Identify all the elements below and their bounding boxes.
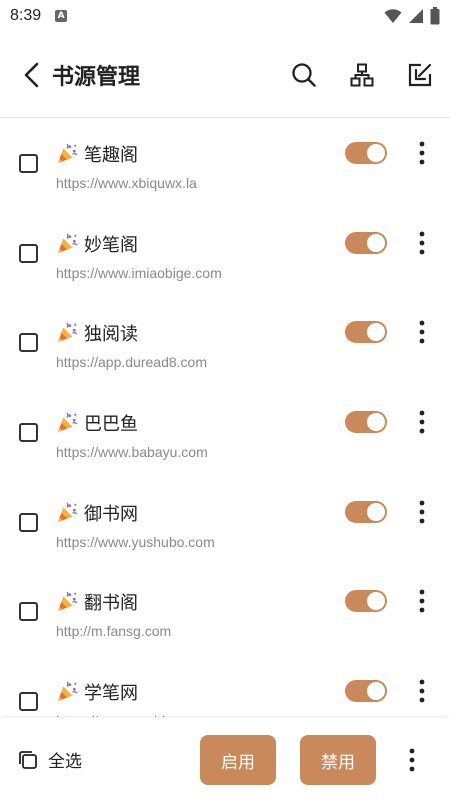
source-list: 笔趣阁 https://www.xbiquwx.la 妙笔阁 https://w… [0,119,450,717]
toggle-knob [367,592,385,611]
source-more-button[interactable] [408,677,436,705]
back-arrow-icon [24,62,39,87]
toggle-knob [367,502,385,521]
source-more-button[interactable] [408,587,436,615]
disable-button[interactable]: 禁用 [300,735,376,785]
back-button[interactable] [8,51,56,99]
source-name-wrap: 笔趣阁 [56,141,138,167]
list-item[interactable]: 妙笔阁 https://www.imiaobige.com [0,209,450,299]
toggle-knob [367,233,385,252]
source-enable-toggle[interactable] [345,500,387,523]
source-name: 御书网 [84,503,138,525]
list-item[interactable]: 巴巴鱼 https://www.babayu.com [0,388,450,478]
source-more-button[interactable] [408,139,436,167]
party-popper-icon [57,322,78,343]
search-icon [292,62,316,87]
source-checkbox[interactable] [19,243,38,263]
toggle-knob [367,682,385,701]
source-name-wrap: 学笔网 [56,679,138,705]
source-url: https://www.imiaobige.com [56,264,222,281]
source-checkbox[interactable] [19,602,38,622]
toggle-knob [367,413,385,432]
source-enable-toggle[interactable] [345,411,387,434]
source-url: http://m.fansg.com [56,623,172,640]
more-vertical-icon [419,590,425,613]
select-all-label: 全选 [48,752,82,772]
source-more-button[interactable] [408,408,436,436]
list-item[interactable]: 独阅读 https://app.duread8.com [0,298,450,388]
party-popper-icon [57,233,78,253]
party-popper-icon [57,502,78,522]
source-enable-toggle[interactable] [345,590,387,613]
more-vertical-icon [409,748,415,772]
page-title: 书源管理 [52,63,141,89]
status-time: 8:39 [10,7,42,24]
list-item[interactable]: 笔趣阁 https://www.xbiquwx.la [0,119,450,209]
source-url: https://www.yushubo.com [56,533,215,550]
party-popper-icon [57,591,78,612]
source-enable-toggle[interactable] [345,321,387,344]
more-vertical-icon [419,679,425,703]
source-more-button[interactable] [408,498,436,526]
source-enable-toggle[interactable] [345,680,387,703]
party-popper-icon [57,143,78,164]
source-name: 翻书阁 [84,593,138,615]
toggle-knob [367,144,385,162]
source-name: 妙笔阁 [84,234,138,256]
source-name-wrap: 御书网 [56,500,138,526]
source-more-button[interactable] [408,229,436,257]
source-checkbox[interactable] [19,423,38,443]
list-item[interactable]: 学笔网 https://www.xuebiwang.com [0,657,450,717]
source-checkbox[interactable] [19,692,38,712]
select-all-button[interactable]: 全选 [18,747,82,772]
source-name-wrap: 独阅读 [56,320,138,346]
source-more-button[interactable] [408,318,436,346]
more-vertical-icon [419,410,425,434]
source-name: 巴巴鱼 [84,414,138,436]
select-all-icon [19,750,37,769]
more-vertical-icon [419,141,425,165]
bottom-bar: 全选 启用 禁用 [0,718,450,801]
wifi-icon [384,9,402,23]
source-url: https://www.xbiquwx.la [56,175,197,191]
bottom-more-button[interactable] [398,746,426,774]
battery-icon [430,7,440,25]
more-vertical-icon [419,320,425,344]
party-popper-icon [57,412,78,433]
source-enable-toggle[interactable] [345,231,387,254]
list-item[interactable]: 翻书阁 http://m.fansg.com [0,567,450,657]
toggle-knob [367,323,385,342]
list-item[interactable]: 御书网 https://www.yushubo.com [0,478,450,568]
more-vertical-icon [419,500,425,524]
signal-icon [409,9,423,23]
hierarchy-icon [350,63,374,86]
source-name-wrap: 巴巴鱼 [56,410,138,436]
source-checkbox[interactable] [19,154,38,173]
notification-a-icon: A [55,10,68,22]
source-name: 独阅读 [84,324,138,346]
source-enable-toggle[interactable] [345,142,387,164]
source-checkbox[interactable] [19,333,38,353]
status-bar: 8:39 A [0,0,450,32]
import-box-icon [408,63,432,86]
source-name-wrap: 翻书阁 [56,589,138,615]
source-url: https://www.xuebiwang.com [56,713,229,717]
party-popper-icon [57,681,78,702]
source-name: 笔趣阁 [84,145,138,166]
enable-button[interactable]: 启用 [200,735,276,785]
source-url: https://app.duread8.com [56,354,207,371]
import-button[interactable] [396,51,444,99]
source-name-wrap: 妙笔阁 [56,231,138,257]
more-vertical-icon [419,231,425,255]
source-url: https://www.babayu.com [56,444,208,461]
source-name: 学笔网 [84,683,138,705]
group-button[interactable] [338,51,386,99]
search-button[interactable] [280,51,328,99]
source-checkbox[interactable] [19,512,38,532]
app-bar: 书源管理 [0,32,450,118]
